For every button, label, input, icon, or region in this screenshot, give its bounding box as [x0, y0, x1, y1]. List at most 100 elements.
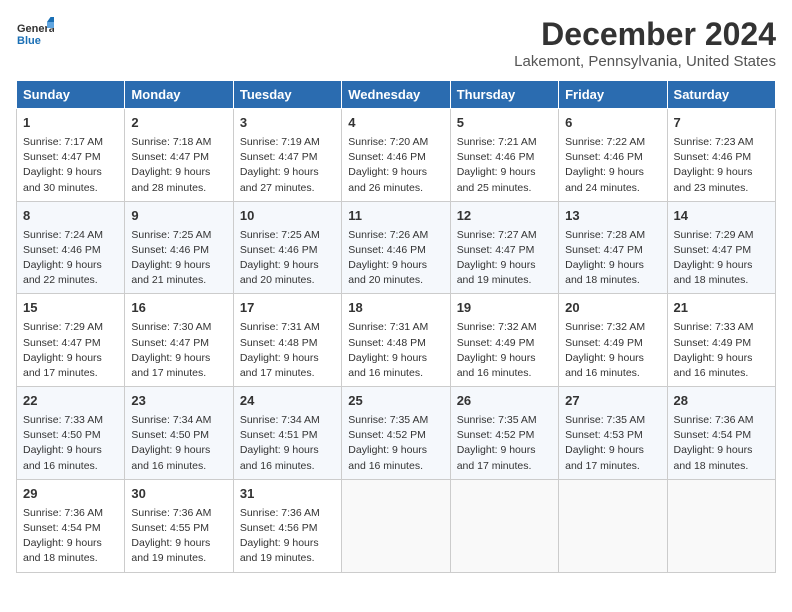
table-row	[559, 479, 667, 572]
title-block: December 2024 Lakemont, Pennsylvania, Un…	[514, 16, 776, 70]
sunset-text: Sunset: 4:50 PM	[23, 429, 101, 441]
location-subtitle: Lakemont, Pennsylvania, United States	[514, 53, 776, 70]
table-row: 30Sunrise: 7:36 AMSunset: 4:55 PMDayligh…	[125, 479, 233, 572]
day-number: 30	[131, 485, 226, 504]
daylight-text: Daylight: 9 hours and 25 minutes.	[457, 166, 536, 193]
daylight-text: Daylight: 9 hours and 16 minutes.	[348, 444, 427, 471]
table-row: 25 Sunrise: 7:35 AM Sunset: 4:52 PM Dayligh…	[342, 387, 450, 480]
day-number: 13	[565, 207, 660, 226]
sunset-text: Sunset: 4:56 PM	[240, 522, 318, 534]
daylight-text: Daylight: 9 hours and 16 minutes.	[23, 444, 102, 471]
day-number: 24	[240, 392, 335, 411]
day-number: 3	[240, 114, 335, 133]
sunset-text: Sunset: 4:46 PM	[674, 151, 752, 163]
calendar-table: Sunday Monday Tuesday Wednesday Thursday…	[16, 80, 776, 573]
day-number: 18	[348, 299, 443, 318]
table-row: 28Sunrise: 7:36 AMSunset: 4:54 PMDayligh…	[667, 387, 775, 480]
sunrise-text: Sunrise: 7:21 AM	[457, 136, 537, 148]
sunrise-text: Sunrise: 7:36 AM	[131, 507, 211, 519]
sunset-text: Sunset: 4:47 PM	[674, 244, 752, 256]
calendar-row: 15 Sunrise: 7:29 AM Sunset: 4:47 PM Dayligh…	[17, 294, 776, 387]
sunrise-text: Sunrise: 7:27 AM	[457, 229, 537, 241]
sunset-text: Sunset: 4:47 PM	[23, 337, 101, 349]
day-number: 1	[23, 114, 118, 133]
day-number: 20	[565, 299, 660, 318]
table-row: 16Sunrise: 7:30 AMSunset: 4:47 PMDayligh…	[125, 294, 233, 387]
daylight-text: Daylight: 9 hours and 18 minutes.	[23, 537, 102, 564]
daylight-text: Daylight: 9 hours and 17 minutes.	[23, 352, 102, 379]
table-row: 17Sunrise: 7:31 AMSunset: 4:48 PMDayligh…	[233, 294, 341, 387]
sunrise-text: Sunrise: 7:35 AM	[457, 414, 537, 426]
sunrise-text: Sunrise: 7:25 AM	[131, 229, 211, 241]
col-thursday: Thursday	[450, 81, 558, 109]
table-row: 29Sunrise: 7:36 AMSunset: 4:54 PMDayligh…	[17, 479, 125, 572]
sunset-text: Sunset: 4:54 PM	[23, 522, 101, 534]
sunrise-text: Sunrise: 7:19 AM	[240, 136, 320, 148]
calendar-row: 1Sunrise: 7:17 AMSunset: 4:47 PMDaylight…	[17, 109, 776, 202]
day-number: 17	[240, 299, 335, 318]
table-row	[342, 479, 450, 572]
sunset-text: Sunset: 4:46 PM	[348, 151, 426, 163]
table-row: 9Sunrise: 7:25 AMSunset: 4:46 PMDaylight…	[125, 201, 233, 294]
day-number: 26	[457, 392, 552, 411]
day-number: 10	[240, 207, 335, 226]
sunset-text: Sunset: 4:47 PM	[23, 151, 101, 163]
sunset-text: Sunset: 4:52 PM	[348, 429, 426, 441]
col-tuesday: Tuesday	[233, 81, 341, 109]
sunrise-text: Sunrise: 7:34 AM	[131, 414, 211, 426]
table-row: 2Sunrise: 7:18 AMSunset: 4:47 PMDaylight…	[125, 109, 233, 202]
daylight-text: Daylight: 9 hours and 18 minutes.	[674, 259, 753, 286]
sunset-text: Sunset: 4:46 PM	[565, 151, 643, 163]
day-number: 5	[457, 114, 552, 133]
sunset-text: Sunset: 4:51 PM	[240, 429, 318, 441]
sunset-text: Sunset: 4:47 PM	[565, 244, 643, 256]
table-row: 11Sunrise: 7:26 AMSunset: 4:46 PMDayligh…	[342, 201, 450, 294]
table-row: 13Sunrise: 7:28 AMSunset: 4:47 PMDayligh…	[559, 201, 667, 294]
sunset-text: Sunset: 4:47 PM	[240, 151, 318, 163]
sunrise-text: Sunrise: 7:29 AM	[23, 321, 103, 333]
logo-graphic: General Blue	[16, 16, 54, 54]
day-number: 8	[23, 207, 118, 226]
sunrise-text: Sunrise: 7:32 AM	[565, 321, 645, 333]
daylight-text: Daylight: 9 hours and 17 minutes.	[565, 444, 644, 471]
daylight-text: Daylight: 9 hours and 18 minutes.	[674, 444, 753, 471]
daylight-text: Daylight: 9 hours and 16 minutes.	[565, 352, 644, 379]
svg-text:Blue: Blue	[17, 35, 41, 47]
table-row: 31Sunrise: 7:36 AMSunset: 4:56 PMDayligh…	[233, 479, 341, 572]
sunrise-text: Sunrise: 7:20 AM	[348, 136, 428, 148]
sunrise-text: Sunrise: 7:24 AM	[23, 229, 103, 241]
sunset-text: Sunset: 4:54 PM	[674, 429, 752, 441]
daylight-text: Daylight: 9 hours and 24 minutes.	[565, 166, 644, 193]
sunrise-text: Sunrise: 7:29 AM	[674, 229, 754, 241]
sunset-text: Sunset: 4:46 PM	[457, 151, 535, 163]
sunrise-text: Sunrise: 7:34 AM	[240, 414, 320, 426]
sunrise-text: Sunrise: 7:35 AM	[348, 414, 428, 426]
daylight-text: Daylight: 9 hours and 27 minutes.	[240, 166, 319, 193]
sunrise-text: Sunrise: 7:18 AM	[131, 136, 211, 148]
sunset-text: Sunset: 4:47 PM	[131, 151, 209, 163]
table-row: 27Sunrise: 7:35 AMSunset: 4:53 PMDayligh…	[559, 387, 667, 480]
day-number: 9	[131, 207, 226, 226]
sunrise-text: Sunrise: 7:22 AM	[565, 136, 645, 148]
table-row: 26Sunrise: 7:35 AMSunset: 4:52 PMDayligh…	[450, 387, 558, 480]
day-number: 21	[674, 299, 769, 318]
day-number: 31	[240, 485, 335, 504]
daylight-text: Daylight: 9 hours and 16 minutes.	[674, 352, 753, 379]
sunset-text: Sunset: 4:53 PM	[565, 429, 643, 441]
table-row	[667, 479, 775, 572]
day-number: 25	[348, 392, 443, 411]
col-monday: Monday	[125, 81, 233, 109]
logo: General Blue	[16, 16, 54, 54]
daylight-text: Daylight: 9 hours and 21 minutes.	[131, 259, 210, 286]
day-number: 15	[23, 299, 118, 318]
sunrise-text: Sunrise: 7:31 AM	[348, 321, 428, 333]
day-number: 6	[565, 114, 660, 133]
calendar-header-row: Sunday Monday Tuesday Wednesday Thursday…	[17, 81, 776, 109]
day-number: 23	[131, 392, 226, 411]
table-row: 20Sunrise: 7:32 AMSunset: 4:49 PMDayligh…	[559, 294, 667, 387]
sunset-text: Sunset: 4:48 PM	[348, 337, 426, 349]
sunset-text: Sunset: 4:46 PM	[23, 244, 101, 256]
calendar-row: 29Sunrise: 7:36 AMSunset: 4:54 PMDayligh…	[17, 479, 776, 572]
sunset-text: Sunset: 4:47 PM	[131, 337, 209, 349]
day-number: 2	[131, 114, 226, 133]
